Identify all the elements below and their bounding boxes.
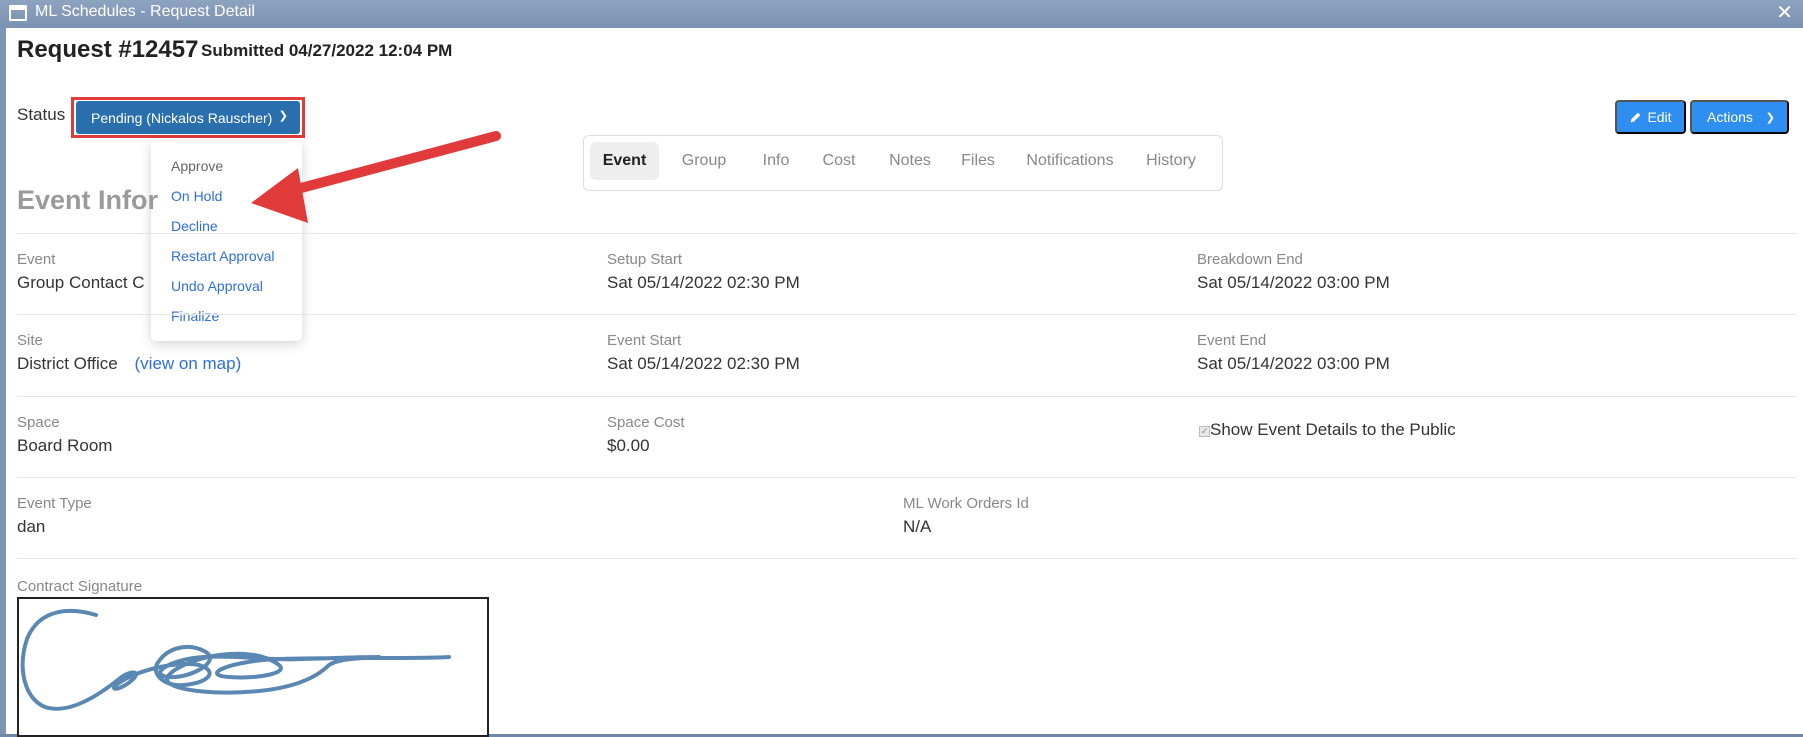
section-title: Event Infor [17,185,159,215]
tab-event[interactable]: Event [590,142,659,180]
edit-button[interactable]: Edit [1615,100,1686,134]
event-end-value: Sat 05/14/2022 03:00 PM [1197,354,1390,373]
view-on-map-link[interactable]: (view on map) [135,354,242,373]
event-type-value: dan [17,517,46,536]
signature-label: Contract Signature [17,578,143,595]
space-cost-label: Space Cost [607,414,685,431]
breakdown-end-label: Breakdown End [1197,251,1303,268]
pencil-icon [1631,112,1641,122]
menu-item-decline[interactable]: Decline [171,218,218,234]
tab-cost[interactable]: Cost [807,142,871,180]
tab-notes[interactable]: Notes [874,142,946,180]
event-start-value: Sat 05/14/2022 02:30 PM [607,354,800,373]
tab-files[interactable]: Files [948,142,1008,180]
actions-button[interactable]: Actions ❯ [1690,100,1789,134]
show-public-checkbox[interactable]: ✓ [1199,426,1210,437]
event-type-label: Event Type [17,495,92,512]
space-label: Space [17,414,60,431]
divider [17,396,1797,397]
show-public-label: Show Event Details to the Public [1210,420,1456,439]
submitted-date: Submitted 04/27/2022 12:04 PM [201,41,453,60]
tab-group[interactable]: Group [664,142,744,180]
window-icon [9,5,27,21]
edit-label: Edit [1647,109,1672,125]
work-orders-value: N/A [903,517,932,536]
menu-item-restart-approval[interactable]: Restart Approval [171,248,275,264]
site-value: District Office (view on map) [17,354,241,374]
menu-item-undo-approval[interactable]: Undo Approval [171,278,263,294]
window-title: ML Schedules - Request Detail [35,3,255,20]
window-titlebar: ML Schedules - Request Detail ✕ [0,0,1803,26]
setup-start-label: Setup Start [607,251,683,268]
setup-start-value: Sat 05/14/2022 02:30 PM [607,273,800,292]
event-value: Group Contact C [17,273,145,292]
site-label: Site [17,332,43,349]
chevron-down-icon: ❯ [278,110,288,122]
tab-history[interactable]: History [1132,142,1210,180]
tab-info[interactable]: Info [747,142,805,180]
divider [17,314,1797,315]
site-name: District Office [17,354,118,373]
space-cost-value: $0.00 [607,436,650,455]
page-title: Request #12457 [17,36,199,63]
menu-item-approve[interactable]: Approve [171,158,223,174]
detail-tabs: Event Group Info Cost Notes Files Notifi… [583,135,1223,191]
signature-image [20,608,451,711]
divider [17,558,1797,559]
status-label: Status [17,105,66,124]
menu-item-on-hold[interactable]: On Hold [171,188,222,204]
app-window: ML Schedules - Request Detail ✕ Request … [0,0,1803,737]
tab-notifications[interactable]: Notifications [1010,142,1130,180]
chevron-down-icon: ❯ [1765,112,1775,124]
menu-item-finalize[interactable]: Finalize [171,308,219,324]
event-end-label: Event End [1197,332,1267,349]
close-icon[interactable]: ✕ [1776,0,1793,25]
status-value: Pending (Nickalos Rauscher) [91,109,273,126]
divider [17,477,1797,478]
work-orders-label: ML Work Orders Id [903,495,1029,512]
actions-label: Actions [1707,109,1753,125]
event-label: Event [17,251,56,268]
event-start-label: Event Start [607,332,682,349]
space-value: Board Room [17,436,113,455]
breakdown-end-value: Sat 05/14/2022 03:00 PM [1197,273,1390,292]
annotation-arrow [251,131,501,223]
request-detail-panel: Request #12457 Submitted 04/27/2022 12:0… [6,28,1803,737]
signature-box [17,597,489,737]
